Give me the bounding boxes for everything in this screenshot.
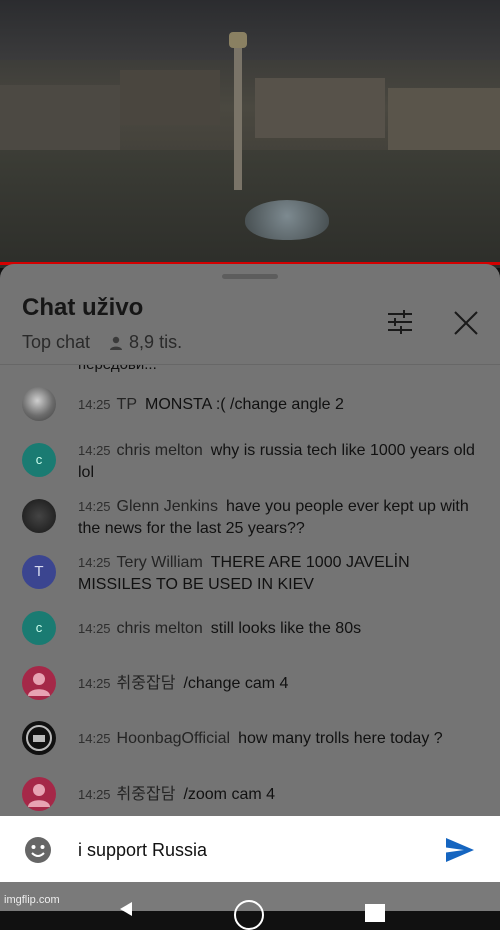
message-time: 14:25 xyxy=(78,397,111,412)
message-time: 14:25 xyxy=(78,443,111,458)
avatar[interactable] xyxy=(22,499,56,533)
video-sky xyxy=(0,0,500,60)
close-icon[interactable] xyxy=(452,309,480,337)
video-dome xyxy=(245,200,329,240)
avatar[interactable]: T xyxy=(22,555,56,589)
avatar[interactable] xyxy=(22,721,56,755)
chat-input-field[interactable]: i support Russia xyxy=(78,840,207,861)
message-author[interactable]: 취중잡담 xyxy=(117,675,176,692)
avatar[interactable]: c xyxy=(22,443,56,477)
message-author[interactable]: TP xyxy=(117,396,137,413)
live-chat-panel: Chat uživo Top chat 8,9 tis. передови...… xyxy=(0,264,500,882)
message-text: 14:25 Glenn Jenkins have you people ever k… xyxy=(78,496,478,540)
video-statue xyxy=(229,32,247,48)
message-text: 14:25 HoonbagOfficial how many trolls here… xyxy=(78,728,478,750)
message-time: 14:25 xyxy=(78,676,111,691)
message-body: still looks like the 80s xyxy=(210,620,362,637)
video-building xyxy=(255,78,385,138)
avatar[interactable]: c xyxy=(22,611,56,645)
message-text: 14:25 chris melton still looks like the 80… xyxy=(78,618,478,640)
message-time: 14:25 xyxy=(78,499,111,514)
video-player[interactable] xyxy=(0,0,500,268)
message-author[interactable]: chris melton xyxy=(117,620,203,637)
avatar[interactable] xyxy=(22,666,56,700)
message-time: 14:25 xyxy=(78,731,111,746)
default-avatar-icon xyxy=(28,784,50,807)
filter-settings-icon[interactable] xyxy=(386,308,414,336)
send-icon[interactable] xyxy=(444,836,476,864)
message-author[interactable]: 취중잡담 xyxy=(117,786,176,803)
emoji-icon[interactable] xyxy=(24,836,52,864)
message-text: 14:25 chris melton why is russia tech like… xyxy=(78,440,478,484)
back-icon[interactable] xyxy=(118,902,134,916)
home-icon[interactable] xyxy=(234,900,264,930)
system-navigation-bar: imgflip.com xyxy=(0,882,500,930)
avatar[interactable] xyxy=(22,777,56,811)
chat-message-list[interactable]: передови... 14:25 TP MONSTA :( /change ang… xyxy=(0,365,500,882)
message-time: 14:25 xyxy=(78,787,111,802)
partial-message: передови... xyxy=(78,365,157,373)
message-body: /zoom cam 4 xyxy=(183,786,276,803)
video-building xyxy=(0,85,120,155)
channel-logo-icon xyxy=(26,725,52,751)
message-author[interactable]: Tery William xyxy=(117,554,203,571)
top-chat-selector[interactable]: Top chat xyxy=(22,332,90,353)
message-author[interactable]: Glenn Jenkins xyxy=(117,498,218,515)
message-author[interactable]: chris melton xyxy=(117,442,203,459)
person-icon xyxy=(110,336,123,350)
recent-apps-icon[interactable] xyxy=(365,904,385,922)
chat-mode-row: Top chat 8,9 tis. xyxy=(22,332,182,353)
message-time: 14:25 xyxy=(78,555,111,570)
message-body: /change cam 4 xyxy=(183,675,289,692)
video-building xyxy=(120,70,220,125)
viewer-count: 8,9 tis. xyxy=(129,332,183,352)
video-building xyxy=(388,88,500,158)
watermark: imgflip.com xyxy=(4,894,60,906)
avatar[interactable] xyxy=(22,387,56,421)
message-text: 14:25 TP MONSTA :( /change angle 2 xyxy=(78,394,478,416)
message-body: how many trolls here today ? xyxy=(238,730,443,747)
drag-handle[interactable] xyxy=(222,274,278,279)
message-text: 14:25 취중잡담/change cam 4 xyxy=(78,673,478,695)
message-author[interactable]: HoonbagOfficial xyxy=(117,730,231,747)
chat-title: Chat uživo xyxy=(22,294,144,321)
message-text: 14:25 취중잡담/zoom cam 4 xyxy=(78,784,478,806)
message-body: MONSTA :( /change angle 2 xyxy=(145,396,344,413)
message-time: 14:25 xyxy=(78,621,111,636)
chat-input-bar: i support Russia xyxy=(0,816,500,882)
message-text: 14:25 Tery William THERE ARE 1000 JAVELİN … xyxy=(78,552,478,596)
default-avatar-icon xyxy=(28,673,50,696)
video-column xyxy=(234,40,242,190)
